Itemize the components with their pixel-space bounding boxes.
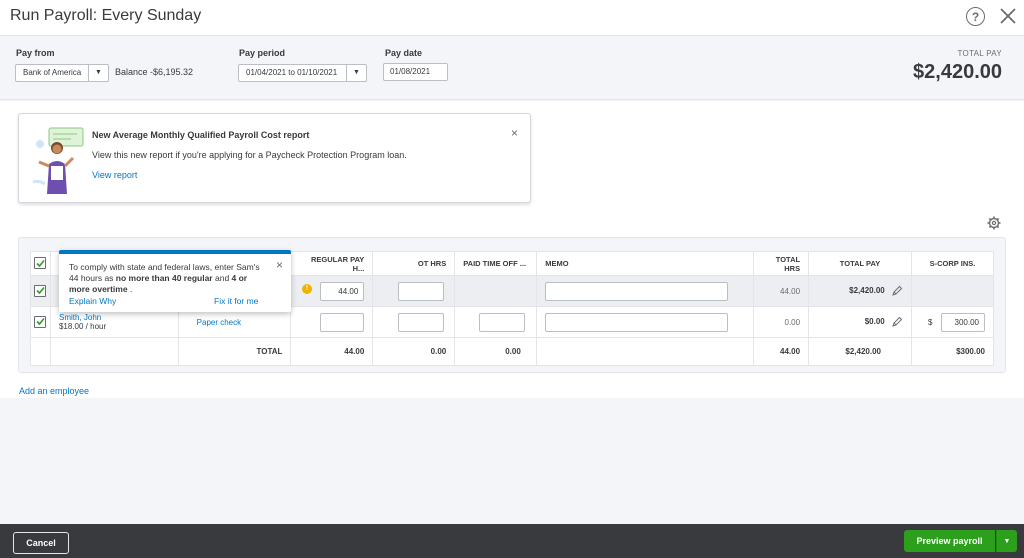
explain-why-link[interactable]: Explain Why bbox=[69, 296, 116, 306]
overtime-warning-tooltip: To comply with state and federal laws, e… bbox=[59, 250, 291, 312]
check-icon bbox=[36, 287, 45, 295]
preview-payroll-button[interactable]: Preview payroll bbox=[904, 530, 995, 552]
scorp-input[interactable]: 300.00 bbox=[941, 312, 985, 332]
totals-ot: 0.00 bbox=[372, 337, 456, 366]
memo-input[interactable] bbox=[545, 281, 729, 301]
total-hrs-cell: 44.00 bbox=[753, 275, 810, 307]
total-hrs-cell: 0.00 bbox=[753, 306, 810, 338]
memo-cell bbox=[536, 275, 755, 307]
pay-period-value: 01/04/2021 to 01/10/2021 bbox=[246, 68, 338, 77]
gear-icon[interactable] bbox=[987, 216, 1001, 230]
totals-spacer bbox=[49, 337, 179, 366]
tooltip-text-part: . bbox=[127, 284, 133, 295]
pay-from-value: Bank of America bbox=[23, 68, 82, 77]
pencil-icon[interactable] bbox=[891, 285, 903, 297]
totals-memo bbox=[536, 337, 755, 366]
ot-hrs-cell bbox=[372, 275, 456, 307]
footer-bar: Cancel Preview payroll ▼ bbox=[0, 524, 1024, 558]
chevron-down-icon: ▼ bbox=[88, 65, 108, 81]
ot-hrs-cell bbox=[372, 306, 456, 338]
cancel-button[interactable]: Cancel bbox=[13, 532, 69, 554]
col-total-hrs: TOTAL HRS bbox=[753, 251, 810, 276]
payroll-header: Pay from Bank of America ▼ Balance -$6,1… bbox=[0, 37, 1024, 100]
memo-input[interactable] bbox=[545, 312, 729, 332]
select-all-checkbox[interactable] bbox=[34, 257, 47, 270]
scorp-cell bbox=[910, 275, 995, 307]
memo-cell bbox=[536, 306, 755, 338]
tooltip-text-part: and bbox=[212, 273, 232, 284]
pto-cell bbox=[454, 306, 538, 338]
add-employee-link[interactable]: Add an employee bbox=[19, 386, 89, 396]
tooltip-bold-part: no more than 40 regular bbox=[115, 273, 213, 284]
page-title: Run Payroll: Every Sunday bbox=[10, 7, 202, 24]
promo-close-icon[interactable]: × bbox=[511, 126, 518, 140]
pay-period-select[interactable]: 01/04/2021 to 01/10/2021 ▼ bbox=[238, 64, 367, 82]
total-pay-value: $0.00 bbox=[864, 317, 885, 327]
ot-hrs-input[interactable] bbox=[398, 312, 445, 332]
check-icon bbox=[36, 259, 45, 267]
col-ot-hrs[interactable]: OT HRS bbox=[372, 251, 456, 276]
ot-hrs-input[interactable] bbox=[398, 281, 445, 301]
woman-with-check-illustration-icon bbox=[32, 127, 84, 194]
row-select-cell bbox=[30, 275, 51, 307]
regular-hrs-input[interactable]: 44.00 bbox=[320, 281, 365, 301]
payment-method-link[interactable]: Paper check bbox=[197, 318, 241, 327]
bank-balance: Balance -$6,195.32 bbox=[115, 67, 194, 77]
totals-total-pay: $2,420.00 bbox=[808, 337, 912, 366]
col-scorp-ins: S-CORP INS. bbox=[910, 251, 995, 276]
promo-text: View this new report if you're applying … bbox=[92, 150, 407, 160]
select-all-cell bbox=[30, 251, 51, 276]
check-icon bbox=[36, 318, 45, 326]
warning-icon[interactable]: ! bbox=[302, 284, 312, 294]
tooltip-close-icon[interactable]: × bbox=[276, 258, 283, 272]
fix-it-link[interactable]: Fix it for me bbox=[214, 296, 258, 306]
pencil-icon[interactable] bbox=[891, 316, 903, 328]
totals-pto: 0.00 bbox=[454, 337, 538, 366]
totals-scorp: $300.00 bbox=[910, 337, 995, 366]
totals-spacer bbox=[30, 337, 51, 366]
regular-hrs-input[interactable] bbox=[320, 312, 365, 332]
pto-input[interactable] bbox=[479, 312, 526, 332]
tooltip-text: To comply with state and federal laws, e… bbox=[69, 262, 269, 295]
total-pay-cell: $2,420.00 bbox=[808, 275, 912, 307]
col-paid-time-off[interactable]: PAID TIME OFF ... bbox=[454, 251, 538, 276]
col-regular-pay-hrs[interactable]: REGULAR PAY H... bbox=[290, 251, 374, 276]
pay-from-label: Pay from bbox=[16, 48, 55, 58]
currency-prefix: $ bbox=[927, 317, 933, 327]
total-pay-cell: $0.00 bbox=[808, 306, 912, 338]
promo-banner: New Average Monthly Qualified Payroll Co… bbox=[18, 113, 531, 203]
col-total-pay: TOTAL PAY bbox=[808, 251, 912, 276]
employee-rate: $18.00 / hour bbox=[58, 322, 107, 331]
row-checkbox[interactable] bbox=[34, 284, 47, 297]
total-pay-value: $2,420.00 bbox=[849, 286, 885, 296]
row-select-cell bbox=[30, 306, 51, 338]
top-bar: Run Payroll: Every Sunday ? bbox=[0, 0, 1024, 36]
chevron-down-icon[interactable]: ▼ bbox=[996, 530, 1017, 552]
col-memo[interactable]: MEMO bbox=[536, 251, 755, 276]
pay-period-label: Pay period bbox=[239, 48, 286, 58]
promo-title: New Average Monthly Qualified Payroll Co… bbox=[92, 130, 310, 140]
close-icon[interactable] bbox=[997, 5, 1019, 27]
chevron-down-icon: ▼ bbox=[346, 65, 366, 81]
pay-from-select[interactable]: Bank of America ▼ bbox=[15, 64, 109, 82]
pay-date-label: Pay date bbox=[385, 48, 423, 58]
scorp-cell: $ 300.00 bbox=[910, 306, 995, 338]
totals-regular: 44.00 bbox=[290, 337, 374, 366]
pto-cell bbox=[454, 275, 538, 307]
employee-name-link[interactable]: Smith, John bbox=[59, 313, 170, 322]
totals-row: TOTAL 44.00 0.00 0.00 44.00 $2,420.00 $3… bbox=[30, 337, 995, 366]
regular-hrs-cell bbox=[290, 306, 374, 338]
total-pay-label: TOTAL PAY bbox=[957, 49, 1002, 58]
totals-total-hrs: 44.00 bbox=[753, 337, 810, 366]
view-report-link[interactable]: View report bbox=[92, 170, 137, 180]
row-checkbox[interactable] bbox=[34, 315, 47, 328]
totals-label: TOTAL bbox=[177, 337, 292, 366]
pay-date-input[interactable]: 01/08/2021 bbox=[383, 63, 448, 81]
total-pay-amount: $2,420.00 bbox=[913, 61, 1002, 83]
help-icon[interactable]: ? bbox=[966, 7, 985, 26]
